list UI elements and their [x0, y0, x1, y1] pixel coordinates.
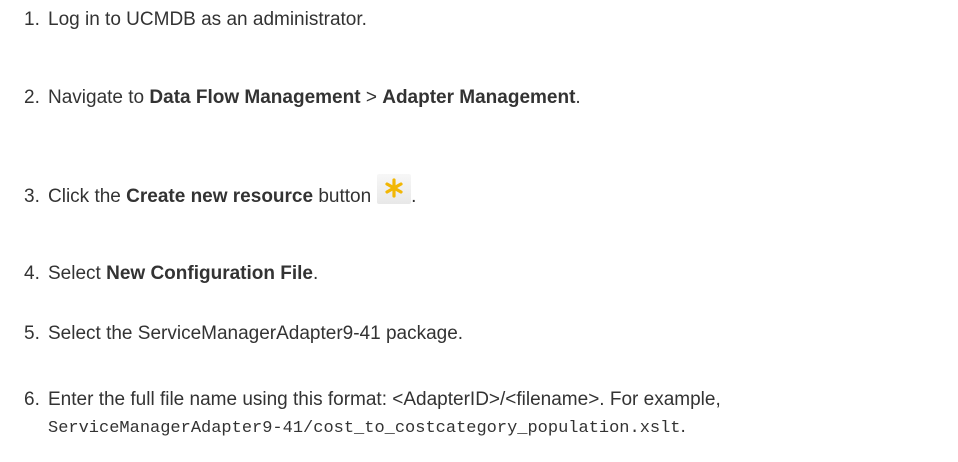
- step-4: 4. Select New Configuration File.: [24, 262, 318, 286]
- step-number: 3.: [24, 186, 40, 207]
- example-file-path: ServiceManagerAdapter9-41/cost_to_costca…: [48, 416, 686, 440]
- step-text-mid: button: [313, 186, 372, 207]
- breadcrumb-separator: >: [360, 87, 383, 108]
- create-new-resource-label: Create new resource: [126, 186, 314, 207]
- step-text-suffix: .: [411, 186, 417, 207]
- step-text: Select the ServiceManagerAdapter9-41 pac…: [48, 323, 464, 344]
- step-text-prefix: Navigate to: [48, 87, 150, 108]
- step-6: 6. Enter the full file name using this fo…: [24, 388, 721, 412]
- step-3: 3. Click the Create new resource button.: [24, 174, 416, 209]
- step-text-prefix: Select: [48, 263, 107, 284]
- new-configuration-file-label: New Configuration File: [106, 263, 313, 284]
- menu-data-flow-management: Data Flow Management: [149, 87, 361, 108]
- step-number: 6.: [24, 389, 40, 410]
- code-example: ServiceManagerAdapter9-41/cost_to_costca…: [48, 419, 681, 438]
- step-2: 2. Navigate to Data Flow Management > Ada…: [24, 86, 581, 110]
- step-number: 4.: [24, 263, 40, 284]
- asterisk-create-icon: [377, 174, 412, 204]
- document-page: 1. Log in to UCMDB as an administrator. 2…: [0, 0, 958, 462]
- step-5: 5. Select the ServiceManagerAdapter9-41 p…: [24, 322, 463, 346]
- step-text: Log in to UCMDB as an administrator.: [48, 9, 367, 30]
- step-number: 1.: [24, 9, 40, 30]
- step-text-suffix: .: [312, 263, 319, 284]
- step-text-prefix: Click the: [48, 186, 127, 207]
- step-text-suffix: .: [680, 416, 686, 437]
- step-text-suffix: .: [575, 87, 581, 108]
- menu-adapter-management: Adapter Management: [382, 87, 576, 108]
- step-1: 1. Log in to UCMDB as an administrator.: [24, 8, 367, 32]
- step-number: 5.: [24, 323, 40, 344]
- step-text: Enter the full file name using this form…: [48, 389, 721, 410]
- step-number: 2.: [24, 87, 40, 108]
